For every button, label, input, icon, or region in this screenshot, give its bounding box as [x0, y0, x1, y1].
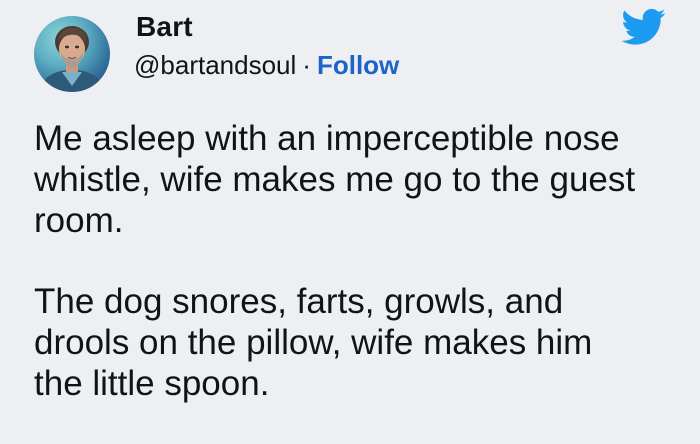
avatar-photo-icon: [38, 26, 106, 92]
tweet-paragraph: The dog snores, farts, growls, and drool…: [34, 282, 593, 403]
author-name[interactable]: Bart: [136, 11, 193, 43]
tweet-text: Me asleep with an imperceptible nose whi…: [34, 118, 684, 444]
twitter-bird-icon[interactable]: [621, 8, 666, 46]
tweet-card: Bart @bartandsoul · Follow Me asleep with …: [0, 0, 700, 424]
tweet-paragraph: Me asleep with an imperceptible nose whi…: [34, 119, 636, 240]
author-handle[interactable]: @bartandsoul: [134, 50, 296, 80]
avatar[interactable]: [34, 16, 110, 92]
separator-dot: ·: [302, 50, 311, 80]
follow-button[interactable]: Follow: [317, 50, 399, 80]
handle-row: @bartandsoul · Follow: [134, 50, 399, 81]
